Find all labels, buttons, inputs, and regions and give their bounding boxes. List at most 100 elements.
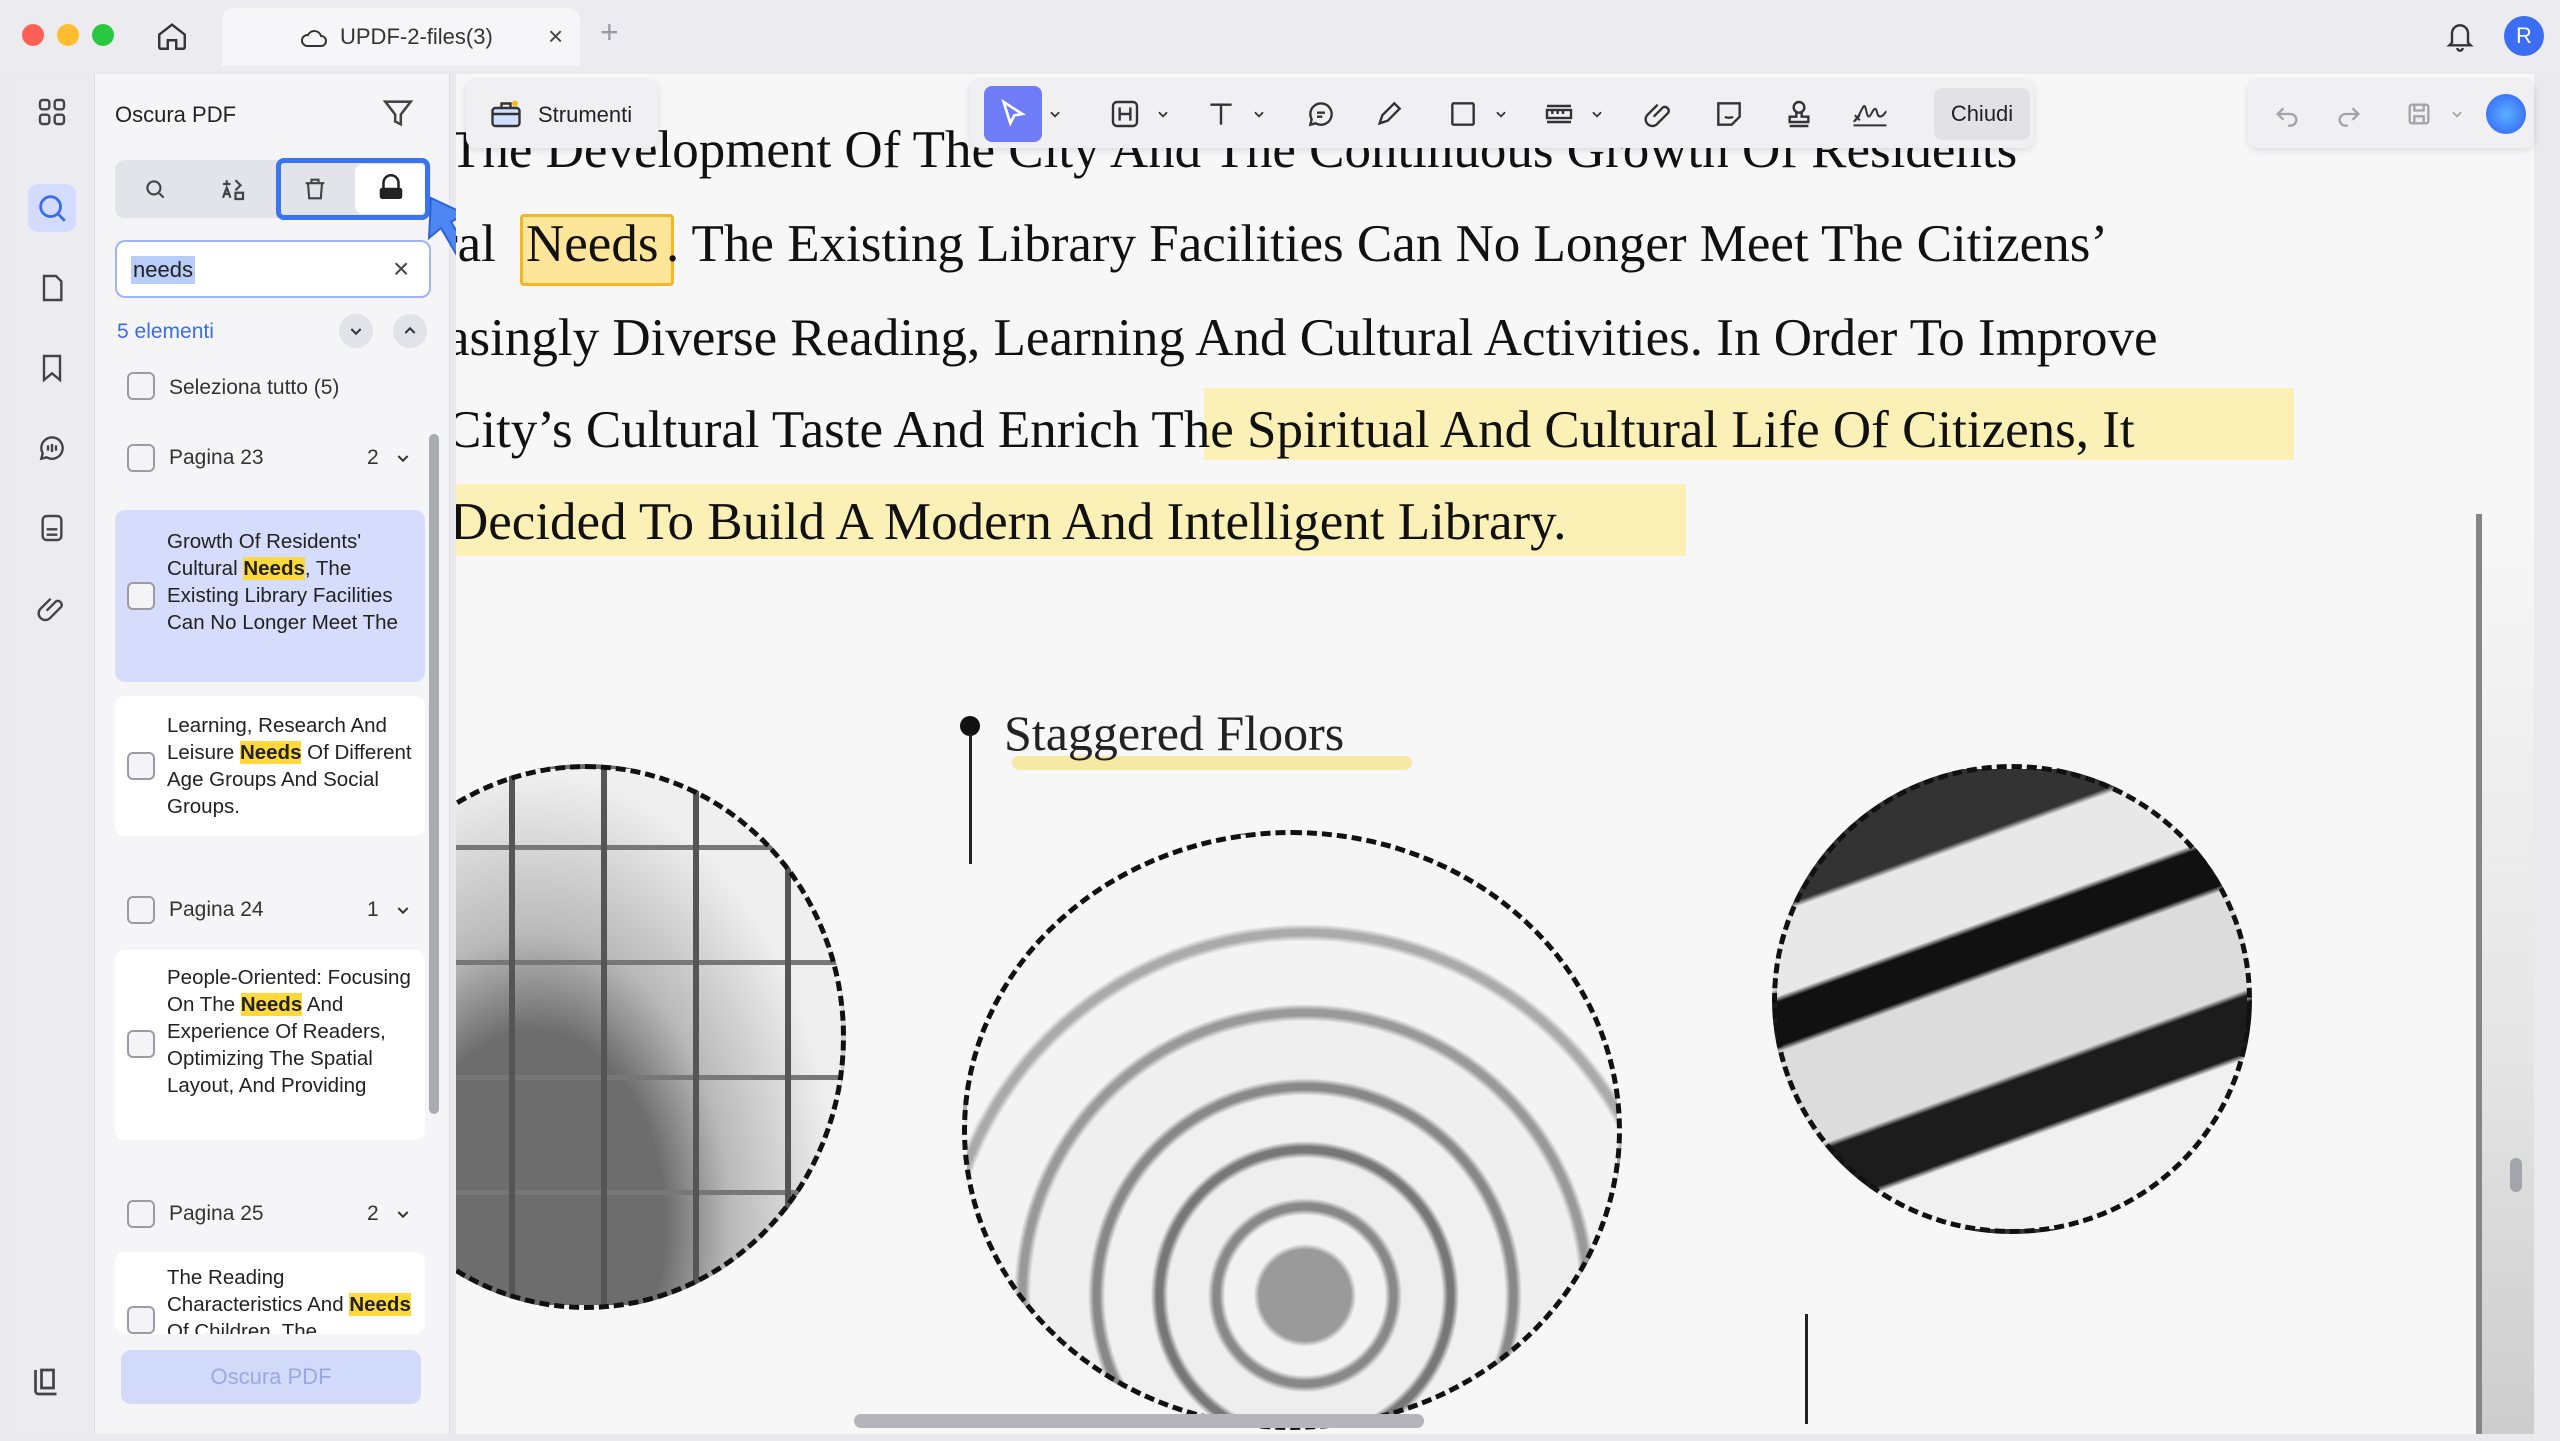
cloud-icon (300, 28, 328, 55)
new-tab-button[interactable]: + (600, 14, 619, 51)
document-text-line: Decided To Build A Modern And Intelligen… (456, 493, 1567, 551)
shape-tool-icon[interactable] (1440, 86, 1486, 142)
comments-icon[interactable] (28, 424, 76, 472)
result-text: People-Oriented: Focusing On The Needs A… (167, 966, 411, 1097)
document-tab[interactable]: UPDF-2-files(3) × (222, 8, 580, 66)
chevron-down-icon[interactable] (395, 902, 411, 923)
redact-panel: Oscura PDF needs × 5 elementi Seleziona … (94, 74, 497, 1434)
chevron-down-icon[interactable] (395, 1206, 411, 1227)
result-count: 5 elementi (117, 320, 214, 343)
list-item[interactable]: Growth Of Residents' Cultural Needs, The… (115, 510, 425, 682)
heading-marker-line (969, 734, 972, 864)
history-toolbar (2248, 80, 2534, 148)
result-text: Growth Of Residents' Cultural Needs, The… (167, 530, 398, 634)
thumbnails-icon[interactable] (28, 88, 76, 136)
page-label: Pagina 25 (169, 1202, 264, 1225)
document-text-line: asingly Diverse Reading, Learning And Cu… (456, 309, 2158, 367)
toolbox-icon (488, 96, 524, 137)
page-checkbox[interactable] (127, 444, 155, 472)
page-match-count: 2 (367, 446, 379, 469)
close-toolbar-button[interactable]: Chiudi (1934, 88, 2030, 140)
attach-tool-icon[interactable] (1636, 86, 1682, 142)
search-icon[interactable] (28, 184, 76, 232)
list-item[interactable]: The Reading Characteristics And Needs Of… (115, 1252, 425, 1334)
curved-balconies-photo (1772, 764, 2252, 1234)
clear-search-icon[interactable]: × (393, 253, 409, 285)
attachment-icon[interactable] (28, 584, 76, 632)
chevron-down-icon[interactable] (1488, 86, 1514, 142)
result-text: Learning, Research And Leisure Needs Of … (167, 714, 412, 818)
page-label: Pagina 24 (169, 898, 264, 921)
save-icon[interactable] (2396, 86, 2442, 142)
page-checkbox[interactable] (127, 896, 155, 924)
bookmark-icon[interactable] (28, 344, 76, 392)
page-match-count: 1 (367, 898, 379, 921)
undo-icon[interactable] (2264, 86, 2310, 142)
document-view[interactable]: The Development Of The City And The Cont… (456, 74, 2534, 1434)
chevron-down-icon[interactable] (1246, 86, 1272, 142)
list-item[interactable]: People-Oriented: Focusing On The Needs A… (115, 950, 425, 1140)
minimize-window-button[interactable] (57, 24, 79, 46)
result-checkbox[interactable] (127, 582, 155, 610)
select-all-checkbox[interactable] (127, 372, 155, 400)
page-match-count: 2 (367, 1202, 379, 1225)
home-icon[interactable] (150, 14, 194, 58)
text-tool-icon[interactable] (1198, 86, 1244, 142)
chevron-down-icon[interactable] (2444, 86, 2470, 142)
next-result-button[interactable] (339, 314, 373, 348)
result-checkbox[interactable] (127, 752, 155, 780)
apply-redaction-button[interactable]: Oscura PDF (121, 1350, 421, 1404)
close-window-button[interactable] (22, 24, 44, 46)
search-input-value[interactable]: needs (131, 256, 195, 284)
avatar[interactable]: R (2504, 16, 2544, 56)
document-text-line: City’s Cultural Taste And Enrich The Spi… (456, 401, 2135, 459)
previous-result-button[interactable] (393, 314, 427, 348)
spiral-staircase-photo (962, 830, 1622, 1430)
updf-logo-icon[interactable] (28, 1364, 64, 1405)
panel-title: Oscura PDF (115, 102, 237, 127)
highlight-tool-icon[interactable] (1102, 86, 1148, 142)
select-tool-icon[interactable] (984, 86, 1042, 142)
title-bar: UPDF-2-files(3) × + R (0, 0, 2560, 72)
sticker-tool-icon[interactable] (1706, 86, 1752, 142)
forms-icon[interactable] (28, 504, 76, 552)
vertical-scrollbar[interactable] (2510, 1158, 2522, 1192)
redo-icon[interactable] (2326, 86, 2372, 142)
search-mode-button[interactable] (119, 164, 191, 214)
chevron-down-icon[interactable] (1042, 86, 1068, 142)
tab-title: UPDF-2-files(3) (340, 24, 493, 49)
document-text-line: ral (456, 215, 496, 273)
result-checkbox[interactable] (127, 1030, 155, 1058)
replace-mode-button[interactable] (197, 164, 269, 214)
pencil-tool-icon[interactable] (1366, 86, 1412, 142)
filter-icon[interactable] (381, 96, 415, 135)
heading-marker (960, 716, 980, 736)
document-text-line: . The Existing Library Facilities Can No… (666, 215, 2108, 273)
left-tool-rail (10, 74, 94, 1434)
tools-button[interactable]: Strumenti (466, 80, 658, 148)
results-scrollbar[interactable] (429, 434, 439, 1114)
chevron-down-icon[interactable] (395, 450, 411, 471)
comment-tool-icon[interactable] (1298, 86, 1344, 142)
pages-icon[interactable] (28, 264, 76, 312)
bell-icon[interactable] (2444, 18, 2476, 59)
list-item[interactable]: Learning, Research And Leisure Needs Of … (115, 696, 425, 836)
page-edge-image (2476, 514, 2534, 1434)
chevron-down-icon[interactable] (1584, 86, 1610, 142)
page-label: Pagina 23 (169, 446, 264, 469)
chevron-down-icon[interactable] (1150, 86, 1176, 142)
stamp-tool-icon[interactable] (1776, 86, 1822, 142)
result-checkbox[interactable] (127, 1306, 155, 1334)
tab-close-icon[interactable]: × (548, 21, 563, 52)
ai-assistant-icon[interactable] (2486, 94, 2526, 134)
search-input[interactable]: needs × (115, 240, 431, 298)
horizontal-scrollbar[interactable] (854, 1414, 1424, 1428)
tools-label: Strumenti (538, 102, 633, 127)
mode-highlight-frame (276, 158, 430, 220)
section-heading: Staggered Floors (1004, 705, 1345, 761)
measure-tool-icon[interactable] (1536, 86, 1582, 142)
page-checkbox[interactable] (127, 1200, 155, 1228)
zoom-window-button[interactable] (92, 24, 114, 46)
result-text: The Reading Characteristics And Needs Of… (167, 1266, 411, 1334)
signature-tool-icon[interactable] (1844, 86, 1896, 142)
